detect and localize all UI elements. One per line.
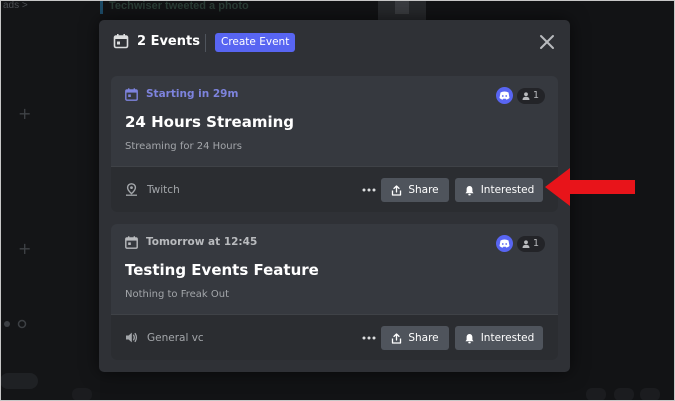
calendar-icon — [125, 236, 138, 249]
more-horizontal-icon — [362, 188, 376, 192]
interested-label: Interested — [480, 332, 535, 344]
event-badges: 1 — [495, 87, 545, 104]
background-user-icons — [4, 319, 27, 329]
event-badges: 1 — [495, 235, 545, 252]
event-card[interactable]: Starting in 29m 1 24 Hours Streaming Str… — [111, 76, 558, 212]
events-modal: 2 Events Create Event Starting in 29m 1 … — [99, 20, 570, 372]
background-channel-list: ads > + + — [0, 0, 100, 401]
event-location: General vc — [125, 331, 204, 344]
event-card-footer: Twitch Share Interested — [111, 166, 558, 212]
background-bottom-item — [72, 388, 92, 401]
event-card[interactable]: Tomorrow at 12:45 1 Testing Events Featu… — [111, 224, 558, 360]
close-button[interactable] — [537, 32, 557, 52]
background-left-text: ads > — [3, 0, 28, 11]
header-divider — [205, 34, 206, 52]
interested-label: Interested — [480, 184, 535, 196]
background-bottom-item — [586, 388, 606, 401]
background-image-thumbnail — [378, 0, 426, 20]
bell-icon — [465, 333, 474, 343]
location-pin-icon — [126, 183, 137, 196]
event-title[interactable]: 24 Hours Streaming — [125, 112, 294, 132]
event-card-body: Starting in 29m 1 24 Hours Streaming Str… — [111, 76, 558, 166]
close-icon — [540, 35, 554, 49]
event-location-text: Twitch — [147, 183, 180, 196]
event-time-row: Starting in 29m — [125, 88, 238, 101]
event-description: Nothing to Freak Out — [125, 289, 230, 300]
interested-button[interactable]: Interested — [455, 178, 543, 202]
background-bottom-item — [614, 388, 634, 401]
event-card-body: Tomorrow at 12:45 1 Testing Events Featu… — [111, 224, 558, 314]
interested-count-badge[interactable]: 1 — [516, 235, 545, 252]
interested-count: 1 — [532, 90, 539, 101]
event-card-footer: General vc Share Interested — [111, 314, 558, 360]
event-time-label: Starting in 29m — [146, 88, 239, 100]
discord-logo-icon — [495, 87, 513, 104]
background-bottom-item — [640, 388, 660, 401]
share-button[interactable]: Share — [381, 178, 449, 202]
create-event-button[interactable]: Create Event — [215, 33, 296, 52]
calendar-icon — [125, 88, 138, 101]
calendar-icon — [113, 34, 129, 49]
share-icon — [392, 184, 402, 196]
modal-title: 2 Events — [137, 34, 200, 49]
interested-button[interactable]: Interested — [455, 326, 543, 350]
background-plus-icon: + — [18, 104, 32, 123]
bell-icon — [465, 185, 474, 195]
speaker-icon — [126, 332, 138, 343]
discord-logo-icon — [495, 235, 513, 252]
background-plus-icon: + — [18, 239, 32, 258]
person-icon — [522, 239, 530, 248]
interested-count: 1 — [532, 238, 539, 249]
person-icon — [522, 91, 530, 100]
share-icon — [392, 332, 402, 344]
more-horizontal-icon — [362, 336, 376, 340]
interested-count-badge[interactable]: 1 — [516, 87, 545, 104]
background-message-text: Techwiser tweeted a photo — [100, 0, 249, 14]
modal-header: 2 Events Create Event — [99, 20, 570, 64]
event-title[interactable]: Testing Events Feature — [125, 260, 319, 280]
more-options-button[interactable] — [360, 328, 378, 348]
background-pill — [0, 373, 38, 389]
share-label: Share — [408, 332, 439, 344]
event-location-text: General vc — [147, 331, 204, 344]
more-options-button[interactable] — [360, 180, 378, 200]
event-time-row: Tomorrow at 12:45 — [125, 236, 257, 249]
discord-logo-glyph — [499, 91, 510, 100]
event-description: Streaming for 24 Hours — [125, 141, 242, 152]
event-location: Twitch — [125, 183, 180, 196]
discord-logo-glyph — [499, 239, 510, 248]
share-label: Share — [408, 184, 439, 196]
event-time-label: Tomorrow at 12:45 — [146, 236, 258, 248]
red-arrow-annotation — [545, 168, 635, 206]
share-button[interactable]: Share — [381, 326, 449, 350]
